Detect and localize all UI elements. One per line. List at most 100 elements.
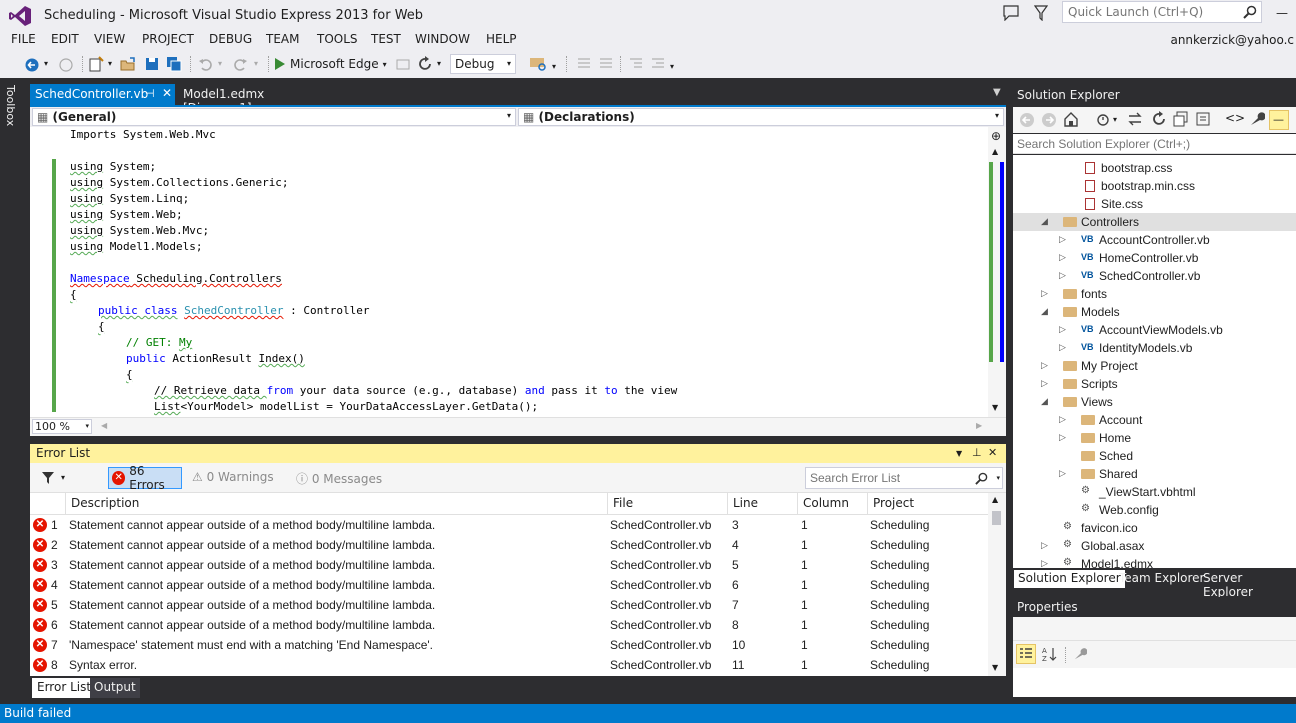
column-header-file[interactable]: File	[608, 493, 728, 515]
solution-explorer-search[interactable]	[1013, 134, 1296, 154]
account-name[interactable]: annkerzick@yahoo.c	[1170, 33, 1294, 47]
search-options-dropdown-icon[interactable]: ▾	[996, 474, 1000, 482]
menu-view[interactable]: VIEW	[94, 32, 125, 46]
tree-item[interactable]: ▷ VB HomeController.vb	[1013, 249, 1296, 267]
expand-icon[interactable]: ▷	[1041, 540, 1048, 551]
editor-horizontal-scrollbar[interactable]: ◀ ▶	[30, 417, 1006, 436]
tab-list-dropdown-icon[interactable]: ▼	[993, 87, 1001, 98]
expand-icon[interactable]: ▷	[1059, 468, 1066, 479]
table-row[interactable]: ✕ 3 Statement cannot appear outside of a m…	[30, 555, 988, 575]
browser-link-icon[interactable]	[396, 55, 410, 73]
tree-item[interactable]: ▷ fonts	[1013, 285, 1296, 303]
tree-item[interactable]: Sched	[1013, 447, 1296, 465]
preview-selected-items-button[interactable]: —	[1269, 110, 1289, 130]
menu-debug[interactable]: DEBUG	[209, 32, 252, 46]
notification-filter-icon[interactable]	[1034, 5, 1048, 21]
tree-item[interactable]: ▷ ⚙ Global.asax	[1013, 537, 1296, 555]
home-icon[interactable]	[1063, 111, 1079, 127]
scroll-up-icon[interactable]: ▲	[992, 495, 998, 504]
tree-item[interactable]: ▷ VB SchedController.vb	[1013, 267, 1296, 285]
tree-item[interactable]: ◢ Models	[1013, 303, 1296, 321]
table-row[interactable]: ✕ 1 Statement cannot appear outside of a m…	[30, 515, 988, 535]
tree-item[interactable]: ⚙ Web.config	[1013, 501, 1296, 519]
scroll-down-icon[interactable]: ▼	[992, 403, 998, 412]
scroll-up-icon[interactable]: ▲	[992, 147, 998, 156]
tab-output[interactable]: Output	[90, 678, 140, 698]
collapse-icon[interactable]: ◢	[1041, 216, 1048, 227]
undo-dropdown-icon[interactable]: ▾	[218, 59, 222, 77]
sync-icon[interactable]	[1127, 111, 1143, 127]
expand-icon[interactable]: ▷	[1059, 234, 1066, 245]
column-header-description[interactable]: Description	[66, 493, 608, 515]
new-dropdown-icon[interactable]: ▾	[108, 59, 112, 77]
start-debugging-button[interactable]: Microsoft Edge ▾	[274, 54, 387, 74]
menu-help[interactable]: HELP	[486, 32, 517, 46]
menu-window[interactable]: WINDOW	[415, 32, 470, 46]
quick-launch[interactable]	[1062, 1, 1262, 23]
close-icon[interactable]: ✕	[988, 446, 997, 459]
messages-toggle-button[interactable]: ⓘ 0 Messages	[296, 470, 382, 487]
quick-launch-input[interactable]	[1063, 2, 1239, 22]
column-header-icon[interactable]	[30, 493, 66, 515]
member-dropdown[interactable]: ▦ (Declarations) ▾	[518, 108, 1004, 126]
scroll-left-icon[interactable]: ◀	[101, 421, 107, 430]
tree-item[interactable]: bootstrap.css	[1013, 159, 1296, 177]
split-icon[interactable]: ⊕	[991, 129, 1001, 143]
error-list-search[interactable]: ▾	[805, 467, 1003, 489]
column-header-line[interactable]: Line	[728, 493, 798, 515]
menu-project[interactable]: PROJECT	[142, 32, 194, 46]
tree-item[interactable]: bootstrap.min.css	[1013, 177, 1296, 195]
property-pages-wrench-icon[interactable]	[1073, 647, 1087, 661]
error-list-search-input[interactable]	[806, 468, 976, 488]
tab-schedcontroller[interactable]: SchedController.vb ⊣ ✕	[30, 84, 175, 105]
redo-dropdown-icon[interactable]: ▾	[254, 59, 258, 77]
menu-tools[interactable]: TOOLS	[317, 32, 358, 46]
collapse-icon[interactable]: ◢	[1041, 306, 1048, 317]
tree-item[interactable]: ◢ Views	[1013, 393, 1296, 411]
collapse-icon[interactable]: ◢	[1041, 396, 1048, 407]
scroll-thumb[interactable]	[1000, 162, 1004, 362]
menu-file[interactable]: FILE	[11, 32, 36, 46]
tree-item[interactable]: ▷ ⚙ Model1.edmx	[1013, 555, 1296, 568]
pending-changes-filter-icon[interactable]	[1095, 111, 1111, 127]
scroll-right-icon[interactable]: ▶	[976, 421, 982, 430]
pin-icon[interactable]: ⊥	[972, 446, 982, 459]
scroll-thumb[interactable]	[992, 511, 1001, 525]
window-position-dropdown-icon[interactable]: ▼	[956, 449, 962, 458]
table-row[interactable]: ✕ 8 Syntax error. SchedController.vb 11 1 Sche…	[30, 655, 988, 675]
open-file-icon[interactable]	[120, 55, 136, 73]
tree-item[interactable]: ◢ Controllers	[1013, 213, 1296, 231]
column-header-column[interactable]: Column	[798, 493, 868, 515]
tab-error-list[interactable]: Error List	[32, 678, 97, 698]
expand-icon[interactable]: ▷	[1059, 432, 1066, 443]
tree-item[interactable]: ▷ My Project	[1013, 357, 1296, 375]
menu-team[interactable]: TEAM	[266, 32, 299, 46]
scroll-down-icon[interactable]: ▼	[992, 663, 998, 672]
solution-explorer-search-input[interactable]	[1013, 134, 1283, 153]
warnings-toggle-button[interactable]: ⚠ 0 Warnings	[192, 470, 274, 484]
undo-icon[interactable]	[198, 55, 214, 73]
editor-vertical-scrollbar[interactable]: ⊕ ▲ ▼	[988, 127, 1006, 417]
expand-icon[interactable]: ▷	[1059, 342, 1066, 353]
table-row[interactable]: ✕ 2 Statement cannot appear outside of a m…	[30, 535, 988, 555]
tab-server-explorer[interactable]: Server Explorer	[1199, 570, 1296, 599]
expand-icon[interactable]: ▷	[1059, 324, 1066, 335]
filter-dropdown-icon[interactable]: ▾	[1113, 115, 1117, 124]
refresh-icon[interactable]	[417, 55, 433, 73]
tree-item[interactable]: ⚙ _ViewStart.vbhtml	[1013, 483, 1296, 501]
tab-model1-edmx[interactable]: Model1.edmx [Diagram1]	[177, 84, 332, 115]
solution-configuration-select[interactable]: Debug ▾	[450, 54, 516, 74]
refresh-dropdown-icon[interactable]: ▾	[437, 59, 441, 77]
tree-item[interactable]: Site.css	[1013, 195, 1296, 213]
search-icon[interactable]	[975, 472, 988, 485]
expand-icon[interactable]: ▷	[1041, 378, 1048, 389]
feedback-icon[interactable]	[1003, 5, 1019, 21]
expand-icon[interactable]: ▷	[1059, 414, 1066, 425]
expand-icon[interactable]: ▷	[1059, 252, 1066, 263]
find-in-files-icon[interactable]	[529, 55, 547, 73]
back-dropdown-icon[interactable]: ▾	[44, 59, 48, 77]
forward-icon[interactable]	[1041, 112, 1057, 128]
tab-solution-explorer[interactable]: Solution Explorer	[1014, 570, 1125, 588]
tree-item[interactable]: ▷ Scripts	[1013, 375, 1296, 393]
table-row[interactable]: ✕ 6 Statement cannot appear outside of a m…	[30, 615, 988, 635]
